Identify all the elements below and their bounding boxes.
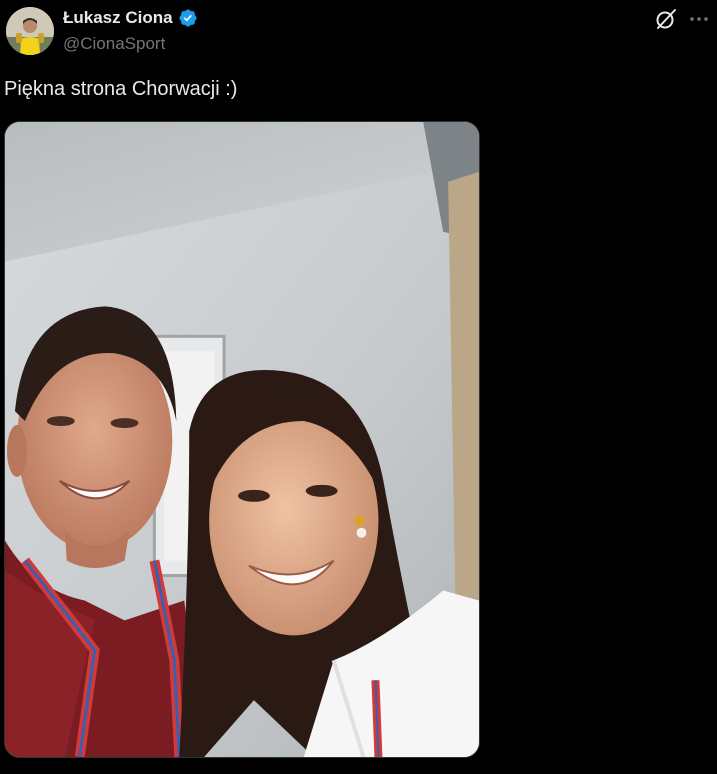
tweet: Łukasz Ciona @CionaSport Piękna strona C… [0,0,717,774]
verified-badge-icon [179,9,197,27]
avatar[interactable] [6,7,54,55]
grok-icon[interactable] [654,7,678,31]
display-name[interactable]: Łukasz Ciona [63,8,173,28]
tweet-text: Piękna strona Chorwacji :) [4,78,238,100]
author-name-row[interactable]: Łukasz Ciona [63,8,198,28]
avatar-photo [6,7,54,55]
handle[interactable]: @CionaSport [63,34,165,54]
tweet-photo[interactable] [4,121,480,758]
selfie-photo [5,122,479,757]
more-icon[interactable] [688,7,710,31]
